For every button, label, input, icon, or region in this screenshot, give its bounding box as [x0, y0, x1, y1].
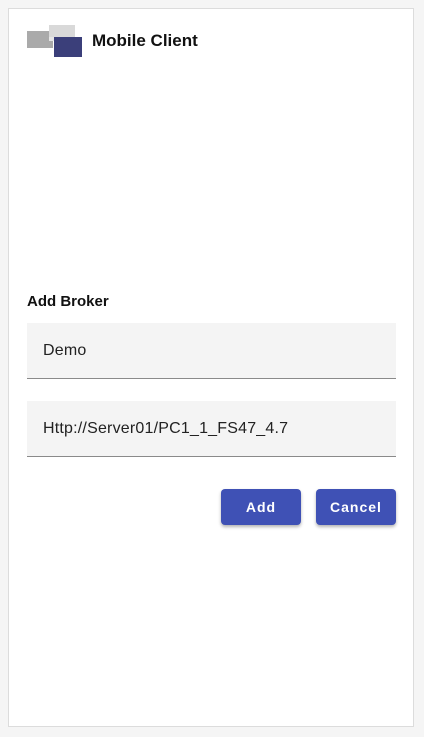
broker-url-field[interactable] — [27, 401, 396, 457]
cancel-button[interactable]: Cancel — [316, 489, 396, 525]
broker-name-field[interactable] — [27, 323, 396, 379]
add-button[interactable]: Add — [221, 489, 301, 525]
add-broker-heading: Add Broker — [27, 293, 109, 310]
app-header: Mobile Client — [27, 25, 198, 57]
app-container: Mobile Client Add Broker Add Cancel — [8, 8, 414, 727]
app-logo-icon — [27, 25, 83, 57]
broker-url-input[interactable] — [27, 401, 396, 456]
app-title: Mobile Client — [92, 31, 198, 50]
broker-name-input[interactable] — [27, 323, 396, 378]
